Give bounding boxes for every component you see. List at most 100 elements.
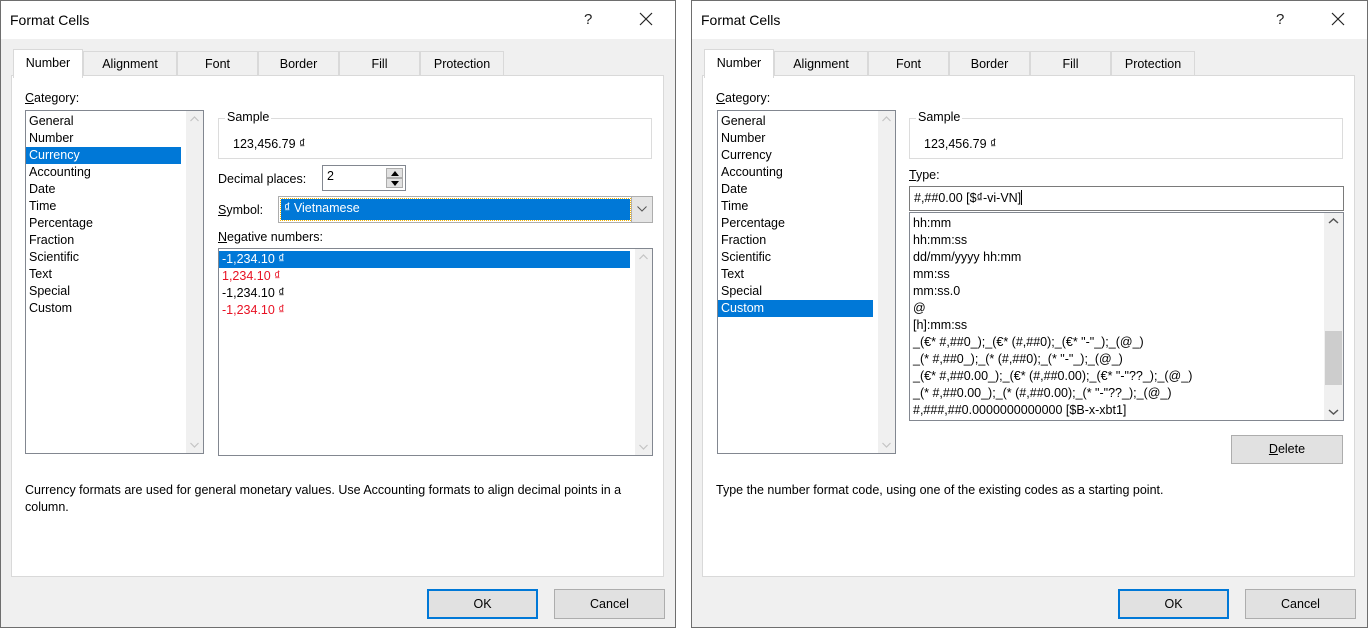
sample-value: 123,456.79 ₫ xyxy=(233,137,306,151)
dialog-title: Format Cells xyxy=(10,12,90,28)
category-listbox[interactable]: General Number Currency Accounting Date Time P… xyxy=(717,110,896,454)
tab-alignment[interactable]: Alignment xyxy=(83,51,177,76)
chevron-down-icon xyxy=(639,444,648,450)
category-item-general[interactable]: General xyxy=(26,113,181,130)
scroll-down-button[interactable] xyxy=(186,436,203,453)
category-label-rest: ategory: xyxy=(725,91,771,105)
tab-fill[interactable]: Fill xyxy=(339,51,420,76)
category-item-special[interactable]: Special xyxy=(718,283,873,300)
tab-font[interactable]: Font xyxy=(868,51,949,76)
scrollbar-thumb[interactable] xyxy=(1325,331,1342,386)
category-item-date[interactable]: Date xyxy=(26,181,181,198)
category-item-custom[interactable]: Custom xyxy=(718,300,873,317)
format-codes-listbox[interactable]: hh:mm hh:mm:ss dd/mm/yyyy hh:mm mm:ss mm:ss.… xyxy=(909,212,1344,421)
category-item-special[interactable]: Special xyxy=(26,283,181,300)
tab-number[interactable]: Number xyxy=(13,49,83,78)
format-code-item[interactable]: _(* #,##0.00_);_(* (#,##0.00);_(* "-"??_… xyxy=(910,385,1321,402)
format-code-item[interactable]: dd/mm/yyyy hh:mm xyxy=(910,249,1321,266)
category-item-date[interactable]: Date xyxy=(718,181,873,198)
title-bar: Format Cells ? xyxy=(692,1,1367,39)
ok-button[interactable]: OK xyxy=(427,589,538,619)
symbol-label-rest: ymbol: xyxy=(226,203,264,217)
format-code-item[interactable]: hh:mm:ss xyxy=(910,232,1321,249)
format-code-item[interactable]: _(€* #,##0.00_);_(€* (#,##0.00);_(€* "-"… xyxy=(910,368,1321,385)
format-code-item[interactable]: mm:ss xyxy=(910,266,1321,283)
category-item-scientific[interactable]: Scientific xyxy=(718,249,873,266)
scroll-up-button[interactable] xyxy=(635,249,652,266)
symbol-dropdown[interactable]: ₫ Vietnamese xyxy=(278,196,653,223)
category-item-time[interactable]: Time xyxy=(718,198,873,215)
tab-border[interactable]: Border xyxy=(258,51,339,76)
category-item-number[interactable]: Number xyxy=(26,130,181,147)
format-code-item[interactable]: @ xyxy=(910,300,1321,317)
category-item-accounting[interactable]: Accounting xyxy=(718,164,873,181)
format-code-item[interactable]: _(* #,##0_);_(* (#,##0);_(* "-"_);_(@_) xyxy=(910,351,1321,368)
chevron-up-icon xyxy=(1328,217,1339,224)
tab-font[interactable]: Font xyxy=(177,51,258,76)
category-item-custom[interactable]: Custom xyxy=(26,300,181,317)
category-item-general[interactable]: General xyxy=(718,113,873,130)
category-item-percentage[interactable]: Percentage xyxy=(718,215,873,232)
delete-button[interactable]: Delete xyxy=(1231,435,1343,464)
category-item-currency[interactable]: Currency xyxy=(718,147,873,164)
negative-number-option[interactable]: -1,234.10 ₫ xyxy=(219,285,630,302)
scroll-up-button[interactable] xyxy=(1324,213,1343,230)
category-description: Currency formats are used for general mo… xyxy=(25,483,622,514)
category-item-text[interactable]: Text xyxy=(26,266,181,283)
scroll-down-button[interactable] xyxy=(1324,403,1343,420)
category-label: Category: xyxy=(716,91,771,105)
category-item-accounting[interactable]: Accounting xyxy=(26,164,181,181)
decimal-places-value: 2 xyxy=(327,169,334,183)
scroll-down-button[interactable] xyxy=(635,438,652,455)
format-code-item[interactable]: _(€* #,##0_);_(€* (#,##0);_(€* "-"_);_(@… xyxy=(910,334,1321,351)
tab-alignment[interactable]: Alignment xyxy=(774,51,868,76)
scroll-down-button[interactable] xyxy=(878,436,895,453)
negative-number-option[interactable]: -1,234.10 ₫ xyxy=(219,251,630,268)
category-item-text[interactable]: Text xyxy=(718,266,873,283)
category-scrollbar[interactable] xyxy=(186,111,203,453)
decrement-button[interactable] xyxy=(386,178,403,188)
chevron-up-icon xyxy=(882,116,891,122)
negative-number-option[interactable]: -1,234.10 ₫ xyxy=(219,302,630,319)
help-button[interactable]: ? xyxy=(1276,11,1284,28)
chevron-down-icon xyxy=(1328,409,1339,416)
category-item-currency[interactable]: Currency xyxy=(26,147,181,164)
ok-button[interactable]: OK xyxy=(1118,589,1229,619)
category-item-percentage[interactable]: Percentage xyxy=(26,215,181,232)
symbol-dropdown-button[interactable] xyxy=(631,197,652,222)
format-code-item[interactable]: hh:mm xyxy=(910,215,1321,232)
category-item-fraction[interactable]: Fraction xyxy=(718,232,873,249)
format-code-item[interactable]: mm:ss.0 xyxy=(910,283,1321,300)
type-label-rest: ype: xyxy=(915,168,940,182)
negative-number-option[interactable]: 1,234.10 ₫ xyxy=(219,268,630,285)
tab-protection[interactable]: Protection xyxy=(420,51,504,76)
category-item-number[interactable]: Number xyxy=(718,130,873,147)
close-button[interactable] xyxy=(635,7,657,31)
scroll-up-button[interactable] xyxy=(186,111,203,128)
format-code-input[interactable]: #,##0.00 [$₫-vi-VN] xyxy=(909,186,1344,211)
category-item-fraction[interactable]: Fraction xyxy=(26,232,181,249)
tab-fill[interactable]: Fill xyxy=(1030,51,1111,76)
category-description: Type the number format code, using one o… xyxy=(716,483,1164,497)
tab-protection[interactable]: Protection xyxy=(1111,51,1195,76)
tab-border[interactable]: Border xyxy=(949,51,1030,76)
increment-button[interactable] xyxy=(386,168,403,178)
close-button[interactable] xyxy=(1327,7,1349,31)
tab-number[interactable]: Number xyxy=(704,49,774,78)
scroll-up-button[interactable] xyxy=(878,111,895,128)
text-caret xyxy=(1021,190,1023,205)
cancel-button[interactable]: Cancel xyxy=(1245,589,1356,619)
decimal-places-spinner[interactable]: 2 xyxy=(322,165,406,191)
category-listbox[interactable]: General Number Currency Accounting Date Time P… xyxy=(25,110,204,454)
format-code-item[interactable]: #,###,##0.0000000000000 [$B-x-xbt1] xyxy=(910,402,1321,419)
format-code-item[interactable]: [h]:mm:ss xyxy=(910,317,1321,334)
category-item-scientific[interactable]: Scientific xyxy=(26,249,181,266)
category-item-time[interactable]: Time xyxy=(26,198,181,215)
category-scrollbar[interactable] xyxy=(878,111,895,453)
help-button[interactable]: ? xyxy=(584,11,592,28)
negative-numbers-listbox[interactable]: -1,234.10 ₫ 1,234.10 ₫ -1,234.10 ₫ -1,234.1… xyxy=(218,248,653,456)
negative-numbers-scrollbar[interactable] xyxy=(635,249,652,455)
negative-numbers-label: Negative numbers: xyxy=(218,230,323,244)
format-codes-scrollbar[interactable] xyxy=(1324,213,1343,420)
cancel-button[interactable]: Cancel xyxy=(554,589,665,619)
